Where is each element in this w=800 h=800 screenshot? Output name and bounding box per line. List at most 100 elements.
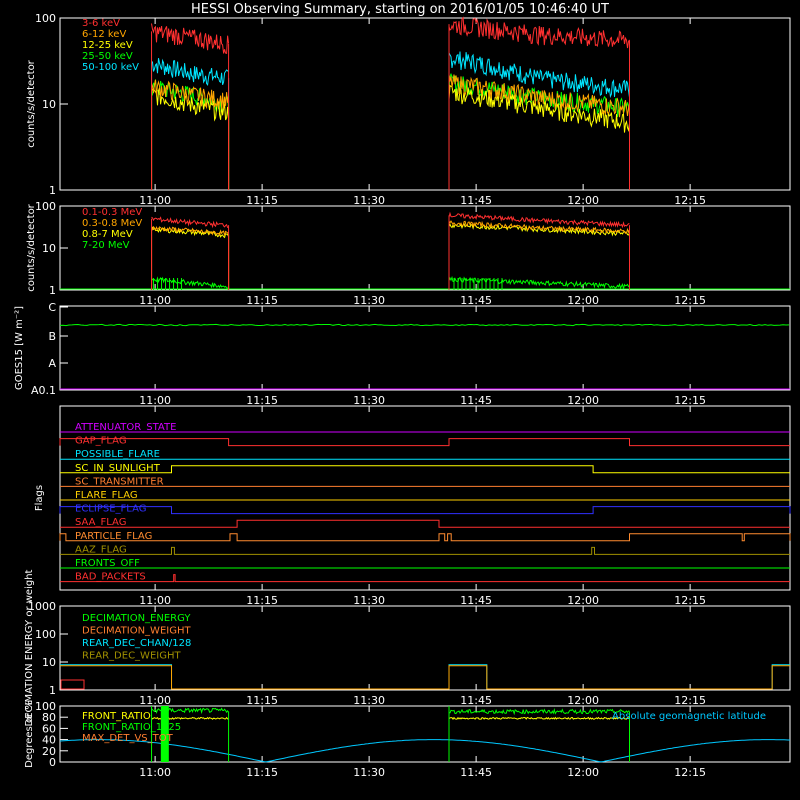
series-line [448,222,630,237]
panel-frame [59,305,791,391]
x-tick-label: 11:45 [460,694,492,707]
flag-label: SC_IN_SUNLIGHT [75,463,161,474]
y-tick-label: 100 [35,700,56,713]
y-tick-label: 1 [49,684,56,697]
series-line [151,58,229,87]
y-tick-label: 1 [49,184,56,197]
x-tick-label: 11:15 [246,294,278,307]
x-tick-label: 11:30 [353,394,385,407]
x-tick-label: 12:00 [567,394,599,407]
flag-label: GAP_FLAG [75,436,127,447]
series-line [151,216,229,229]
legend-entry: REAR_DEC_CHAN/128 [82,638,191,649]
legend-entry: 12-25 keV [82,40,133,51]
x-tick-label: 11:15 [246,194,278,207]
flag-label: AAZ_FLAG [75,544,127,555]
x-tick-label: 11:00 [139,294,171,307]
legend-entry: FRONT_RATIO_1225 [82,722,181,733]
panel-frame [59,17,791,191]
flag-line [60,465,790,474]
x-tick-label: 12:00 [567,594,599,607]
flag-label: ECLIPSE_FLAG [75,504,146,515]
y-tick-label: 20 [42,745,56,758]
x-tick-label: 12:00 [567,694,599,707]
legend-entry: MAX_DET_VS_TOT [82,733,174,744]
x-tick-label: 12:00 [567,766,599,779]
x-tick-label: 11:30 [353,294,385,307]
y-tick-label: A0.1 [31,384,56,397]
panel-3: 11:00 11:15 11:30 11:45 12:00 12:15 A0.1 A B C GOE… [14,301,791,407]
flag-label: ATTENUATOR_STATE [75,422,176,433]
y-tick-label: 10 [42,656,56,669]
panel-frame [59,405,791,591]
legend-entry: 0.8-7 MeV [82,229,133,240]
y-tick-label: 0 [49,756,56,769]
ratio-line [448,716,630,720]
flag-line [59,533,791,542]
panel-2: 11:00 11:15 11:30 11:45 12:00 12:15 1 10 100coun… [26,200,791,307]
x-tick-label: 11:15 [246,594,278,607]
x-tick-label: 12:15 [674,394,706,407]
y-tick-label: 80 [42,711,56,724]
x-tick-label: 12:00 [567,194,599,207]
x-tick-label: 11:30 [353,766,385,779]
x-tick-label: 11:15 [246,694,278,707]
series-line [448,211,630,229]
flag-label: FLARE_FLAG [75,490,138,501]
summary-plot: HESSI Observing Summary, starting on 201… [14,2,791,779]
y-axis-label: Flags [34,485,45,511]
y-axis-label: GOES15 [W m⁻²] [14,306,25,390]
legend-entry: FRONT_RATIO [82,711,151,722]
panel-frame [59,205,791,291]
legend-entry: DECIMATION_WEIGHT [82,626,191,637]
flag-line [60,546,790,555]
flag-label: PARTICLE_FLAG [75,531,152,542]
decimation-weight-block [60,679,85,690]
panel-6: 11:00 11:15 11:30 11:45 12:00 12:15 0204060801… [24,700,791,779]
x-tick-label: 12:15 [674,766,706,779]
x-tick-label: 11:30 [353,594,385,607]
legend-entry: 50-100 keV [82,62,139,73]
y-tick-label: 60 [42,722,56,735]
y-tick-label: 10 [42,98,56,111]
x-tick-label: 11:45 [460,594,492,607]
y-tick-label: B [48,330,56,343]
x-tick-label: 11:45 [460,294,492,307]
x-tick-label: 12:00 [567,294,599,307]
y-tick-label: A [48,357,56,370]
x-tick-label: 11:30 [353,694,385,707]
panel-5: 11:00 11:15 11:30 11:45 12:00 12:151101001000… [24,569,791,726]
flag-line [59,438,790,447]
x-tick-label: 12:15 [674,694,706,707]
y-tick-label: 100 [35,628,56,641]
x-tick-label: 12:15 [674,294,706,307]
x-tick-label: 11:15 [246,394,278,407]
y-tick-label: 100 [35,12,56,25]
legend-entry: 0.3-0.8 MeV [82,218,142,229]
plot-title: HESSI Observing Summary, starting on 201… [191,2,609,17]
legend-entry: 7-20 MeV [82,240,130,251]
x-tick-label: 11:00 [139,594,171,607]
decimation-line [60,664,790,690]
goes-long-line [59,323,790,327]
legend-entry: DECIMATION_ENERGY [82,613,191,624]
flag-label: POSSIBLE_FLARE [75,449,160,460]
x-tick-label: 11:00 [139,694,171,707]
x-tick-label: 12:15 [674,194,706,207]
y-tick-label: 100 [35,200,56,213]
y-tick-label: C [48,301,56,314]
flag-label: SC_TRANSMITTER [75,476,164,487]
x-tick-label: 11:45 [460,766,492,779]
x-tick-label: 11:00 [139,194,171,207]
panel-4: 11:00 11:15 11:30 11:45 12:00 12:15 Flags ATTEN… [34,405,791,607]
y-tick-label: 40 [42,734,56,747]
x-tick-label: 11:00 [139,394,171,407]
y-tick-label: 10 [42,242,56,255]
y-axis-label: counts/s/detector [26,203,37,291]
legend-entry: 3-6 keV [82,18,120,29]
decimation-line [60,665,790,690]
y-axis-label: counts/s/detector [26,59,37,147]
series-line [448,51,630,99]
x-tick-label: 11:45 [460,194,492,207]
x-tick-label: 11:00 [139,766,171,779]
